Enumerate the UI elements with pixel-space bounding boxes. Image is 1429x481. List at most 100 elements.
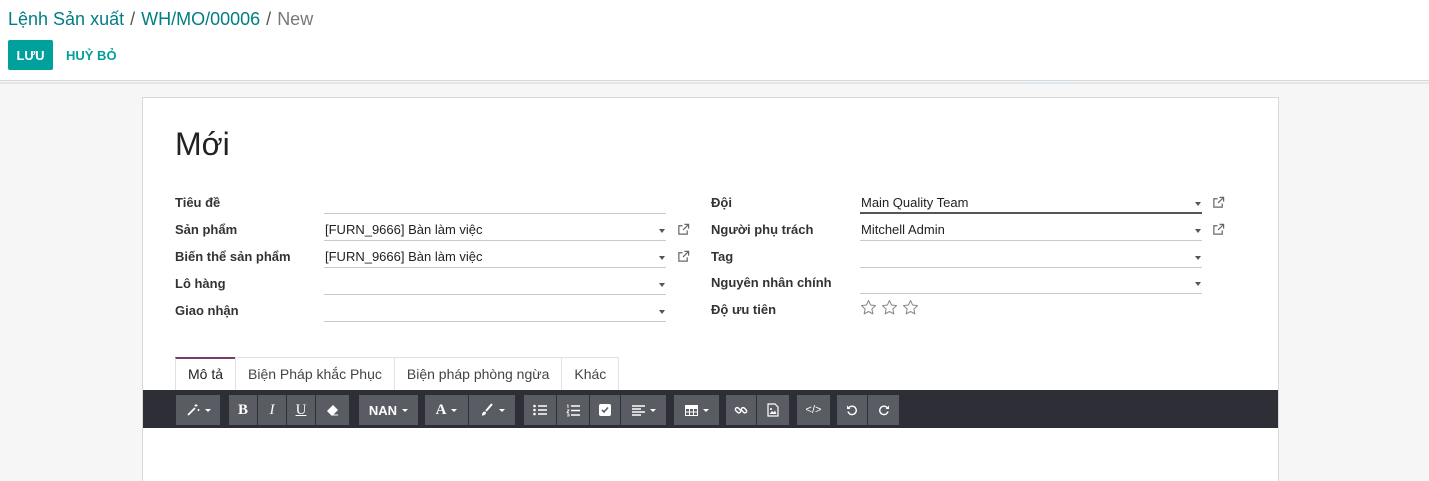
redo-button[interactable]	[868, 395, 899, 425]
chevron-down-icon	[402, 408, 409, 412]
bold-button[interactable]: B	[229, 395, 258, 425]
chevron-down-icon[interactable]	[659, 283, 665, 287]
underline-button[interactable]: U	[287, 395, 316, 425]
italic-icon: I	[269, 401, 275, 418]
checklist-button[interactable]	[590, 395, 621, 425]
tab-corrective-action[interactable]: Biện Pháp khắc Phục	[235, 357, 395, 390]
tab-preventive-action[interactable]: Biện pháp phòng ngừa	[393, 357, 563, 390]
chevron-down-icon[interactable]	[1195, 229, 1201, 233]
tag-select[interactable]	[860, 246, 1202, 268]
notebook-tabs: Mô tả Biện Pháp khắc Phục Biện pháp phòn…	[175, 357, 620, 390]
chevron-down-icon	[702, 408, 709, 412]
ordered-list-button[interactable]	[557, 395, 590, 425]
record-title: Mới	[175, 126, 230, 162]
remove-format-button[interactable]	[316, 395, 349, 425]
breadcrumb-separator: /	[130, 9, 136, 29]
unordered-list-button[interactable]	[524, 395, 557, 425]
lot-select[interactable]	[324, 273, 666, 295]
chevron-down-icon[interactable]	[659, 256, 665, 260]
breadcrumb: Lệnh Sản xuất / WH/MO/00006/New	[8, 8, 313, 30]
toolbar-group-fontsize: NAN	[359, 395, 418, 425]
code-view-button[interactable]: </>	[797, 395, 830, 425]
priority-widget	[860, 299, 919, 316]
toolbar-group-table	[674, 395, 719, 425]
discard-button[interactable]: HUỶ BỎ	[60, 40, 123, 70]
breadcrumb-current: New	[277, 9, 314, 29]
responsible-label: Người phụ trách	[711, 222, 814, 237]
picking-select[interactable]	[324, 300, 666, 322]
external-link-icon[interactable]	[677, 250, 690, 263]
breadcrumb-separator: /	[266, 9, 272, 29]
image-icon	[767, 403, 779, 417]
team-value: Main Quality Team	[861, 195, 969, 210]
chevron-down-icon[interactable]	[659, 310, 665, 314]
eraser-icon	[326, 405, 338, 416]
chevron-down-icon	[204, 408, 211, 412]
chevron-down-icon[interactable]	[1195, 282, 1201, 286]
chevron-down-icon[interactable]	[1195, 202, 1201, 206]
editor-toolbar: B I U NAN A </>	[143, 390, 1278, 428]
tag-label: Tag	[711, 249, 734, 264]
save-button[interactable]: LƯU	[8, 40, 53, 70]
font-color-icon: A	[435, 401, 447, 418]
unordered-list-icon	[533, 404, 547, 416]
undo-icon	[847, 405, 857, 416]
chevron-down-icon[interactable]	[1195, 256, 1201, 260]
tab-description[interactable]: Mô tả	[175, 357, 237, 390]
tab-other[interactable]: Khác	[561, 357, 620, 390]
chevron-down-icon	[451, 408, 458, 412]
root-cause-label: Nguyên nhân chính	[711, 275, 832, 290]
product-label: Sản phẩm	[175, 222, 238, 237]
control-panel: Lệnh Sản xuất / WH/MO/00006/New LƯU HUỶ BỎ	[0, 0, 1429, 81]
font-size-value: NAN	[368, 402, 398, 418]
magic-button[interactable]	[176, 395, 220, 425]
chevron-down-icon[interactable]	[659, 229, 665, 233]
star-icon[interactable]	[860, 299, 877, 316]
external-link-icon[interactable]	[677, 223, 690, 236]
toolbar-group-paragraph	[524, 395, 666, 425]
team-select[interactable]: Main Quality Team	[860, 192, 1202, 214]
picking-label: Giao nhận	[175, 303, 239, 318]
italic-button[interactable]: I	[258, 395, 287, 425]
breadcrumb-mo-record[interactable]: WH/MO/00006	[141, 9, 260, 29]
divider	[0, 82, 1429, 84]
variant-label: Biến thể sản phẩm	[175, 249, 291, 264]
team-label: Đội	[711, 195, 732, 210]
undo-button[interactable]	[837, 395, 868, 425]
align-button[interactable]	[621, 395, 666, 425]
table-icon	[684, 404, 698, 416]
magic-icon	[186, 404, 199, 416]
align-icon	[631, 404, 645, 416]
background-color-button[interactable]	[469, 395, 515, 425]
toolbar-group-history	[837, 395, 899, 425]
image-button[interactable]	[757, 395, 789, 425]
product-select[interactable]: [FURN_9666] Bàn làm việc	[324, 219, 666, 241]
priority-label: Độ ưu tiên	[711, 302, 777, 317]
form-sheet: Mới Tiêu đề Sản phẩm [FURN_9666] Bàn làm…	[142, 97, 1279, 481]
variant-value: [FURN_9666] Bàn làm việc	[325, 249, 483, 264]
star-icon[interactable]	[902, 299, 919, 316]
description-editor[interactable]	[143, 428, 1278, 481]
font-size-dropdown[interactable]: NAN	[359, 395, 418, 425]
star-icon[interactable]	[881, 299, 898, 316]
font-color-button[interactable]: A	[425, 395, 469, 425]
link-button[interactable]	[726, 395, 757, 425]
bold-icon: B	[237, 401, 248, 418]
external-link-icon[interactable]	[1212, 196, 1225, 209]
toolbar-group-insert	[726, 395, 789, 425]
breadcrumb-manufacturing-orders[interactable]: Lệnh Sản xuất	[8, 9, 124, 29]
title-label: Tiêu đề	[175, 195, 221, 210]
table-button[interactable]	[674, 395, 719, 425]
toolbar-group-style	[176, 395, 220, 425]
root-cause-select[interactable]	[860, 272, 1202, 294]
lot-label: Lô hàng	[175, 276, 226, 291]
divider-accent	[1028, 82, 1074, 84]
variant-select[interactable]: [FURN_9666] Bàn làm việc	[324, 246, 666, 268]
responsible-select[interactable]: Mitchell Admin	[860, 219, 1202, 241]
checklist-icon	[599, 404, 611, 416]
toolbar-group-view: </>	[797, 395, 830, 425]
product-value: [FURN_9666] Bàn làm việc	[325, 222, 483, 237]
toolbar-group-color: A	[425, 395, 515, 425]
external-link-icon[interactable]	[1212, 223, 1225, 236]
title-input[interactable]	[324, 192, 666, 214]
